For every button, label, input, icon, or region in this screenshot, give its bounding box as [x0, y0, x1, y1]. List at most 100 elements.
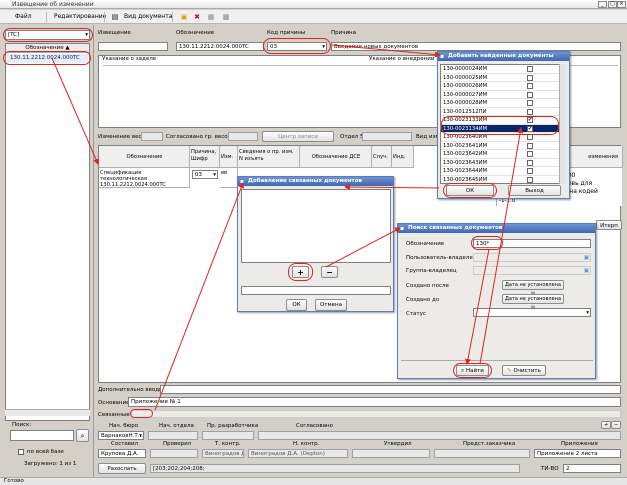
list-item[interactable]: 130-0000024ИМ	[441, 65, 564, 74]
designation-field[interactable]: 130.11.2212.0024.000TC	[176, 42, 264, 51]
checked-items-highlight	[441, 116, 559, 135]
list-item-checkbox[interactable]	[527, 176, 533, 183]
all-base-label: по всей базе	[27, 449, 64, 455]
document-list[interactable]: Обозначение ▲ 130.11.2212.0024.000TC	[5, 43, 90, 421]
appendix-field[interactable]: Приложение 2 листа	[534, 449, 621, 458]
agreed-field[interactable]	[258, 431, 621, 440]
tv-field[interactable]: 2	[563, 464, 621, 473]
all-base-checkbox[interactable]	[18, 449, 24, 455]
list-item[interactable]: 130-0000027ИМ	[441, 91, 564, 99]
save-icon[interactable]: ▦	[207, 13, 215, 21]
boss-dept-field[interactable]	[148, 431, 198, 440]
list-item[interactable]: 130-0023644ИМ	[441, 167, 564, 176]
created-after-button[interactable]: Дата не установлена ▦	[502, 280, 564, 297]
horizontal-scrollbar[interactable]	[5, 409, 90, 416]
ncontrol-field[interactable]: Виноградов Д.А. (Depton)	[248, 449, 348, 458]
list-item-checkbox[interactable]	[527, 159, 533, 166]
group-owner-field[interactable]: ▣	[473, 266, 591, 275]
list-item-checkbox[interactable]	[527, 91, 533, 98]
group-owner-label: Группа-владелец	[406, 268, 457, 274]
user-owner-field[interactable]: ▣	[473, 253, 591, 262]
filter-highlight	[3, 28, 93, 42]
department-label: Отдел 5	[340, 134, 364, 140]
col-izm[interactable]: Изм.	[220, 146, 238, 168]
naming-field[interactable]: Приложение № 1	[128, 397, 621, 407]
customer-field[interactable]	[434, 449, 530, 458]
add-agreed-button[interactable]: +	[601, 421, 611, 429]
notice-field[interactable]	[98, 42, 168, 51]
created-before-button[interactable]: Дата не установлена ▦	[502, 294, 564, 311]
linked-field[interactable]	[131, 410, 621, 418]
col-case[interactable]: Случ.	[372, 146, 392, 168]
menu-edit[interactable]: Редактирование	[54, 13, 106, 20]
weight-field[interactable]	[141, 132, 163, 141]
vertical-scrollbar[interactable]	[559, 64, 565, 184]
send-list-field[interactable]: [203;202;204;208;	[150, 464, 520, 473]
list-item-checkbox[interactable]	[527, 151, 533, 157]
remove-button[interactable]: −	[321, 266, 338, 278]
additional-field[interactable]	[160, 385, 621, 394]
row-designation[interactable]: Спецификация технологическая 130.11.2212…	[99, 168, 190, 188]
row-izm[interactable]: вв	[220, 168, 238, 188]
col-designation[interactable]: Обозначение	[99, 146, 190, 168]
list-item-checkbox[interactable]	[527, 142, 533, 149]
clear-button[interactable]: ✎ Очистить	[502, 365, 546, 376]
maximize-button[interactable]: □	[608, 1, 617, 8]
linked-ok-button[interactable]: ОК	[286, 299, 307, 311]
menu-view-document[interactable]: Вид документа	[124, 13, 172, 20]
list-item-checkbox[interactable]	[527, 83, 533, 89]
list-item-checkbox[interactable]	[527, 168, 533, 174]
picker-icon[interactable]: ▣	[584, 267, 589, 274]
tcontrol-label: Т. контр.	[215, 441, 241, 447]
list-item[interactable]: 130-0023643ИМ	[441, 159, 564, 167]
linked-docs-list[interactable]	[241, 189, 391, 263]
list-item-checkbox[interactable]	[527, 74, 533, 81]
col-reason[interactable]: Причина, Шифр	[190, 146, 220, 168]
row-reason-select[interactable]: 03 ▾	[192, 170, 218, 179]
list-item-checkbox[interactable]	[527, 100, 533, 106]
reason-field[interactable]: Введение новых документов	[331, 42, 621, 51]
boss-bureau-select[interactable]: ВарнаковН.Т... ▾	[98, 431, 144, 440]
list-item[interactable]: 130-0023641ИМ	[441, 142, 564, 150]
agreed-weights-field[interactable]	[228, 132, 258, 141]
search-icon[interactable]: ⌕	[76, 429, 89, 442]
linked-cancel-button[interactable]: Отмена	[315, 299, 347, 311]
list-item-code: 130-0023645ИМ	[443, 176, 488, 183]
linked-docs-input[interactable]	[241, 286, 391, 295]
send-button[interactable]: Разослать	[98, 463, 146, 474]
tab-iterp[interactable]: Итерп	[596, 220, 622, 230]
list-item[interactable]: 130-0000025ИМ	[441, 74, 564, 82]
search-label: Поиск:	[12, 422, 32, 428]
developer-field[interactable]	[202, 431, 254, 440]
close-window-button[interactable]: ×	[617, 1, 626, 8]
found-exit-button[interactable]: Выход	[508, 185, 561, 196]
col-dse[interactable]: Обозначение ДСЕ	[300, 146, 372, 168]
list-item[interactable]: 130-0000026ИМ	[441, 82, 564, 91]
tcontrol-field[interactable]: Виноградов Д...	[202, 449, 244, 458]
new-document-icon[interactable]: ▣	[180, 13, 188, 21]
weight-change-label: Изменение веса	[98, 134, 145, 140]
found-docs-list[interactable]: 130-0000024ИМ 130-0000025ИМ 130-0000026ИМ 1…	[440, 64, 565, 184]
list-item[interactable]: 130-0000028ИМ	[441, 99, 564, 108]
list-item-checkbox[interactable]	[527, 108, 533, 115]
delete-icon[interactable]: ✖	[193, 13, 201, 21]
picker-icon[interactable]: ▣	[584, 254, 589, 261]
print-icon[interactable]: ▩	[222, 13, 230, 21]
col-index[interactable]: Инд.	[392, 146, 414, 168]
list-item[interactable]: 130-0023642ИМ	[441, 150, 564, 159]
dialog-icon: ▪	[440, 53, 445, 60]
minimize-button[interactable]: _	[598, 1, 607, 8]
status-select[interactable]: ▾	[473, 308, 591, 317]
col-info[interactable]: Сведения о пр. изм. N изъять	[238, 146, 300, 168]
center-record-button[interactable]: Центр записи	[262, 131, 334, 142]
notice-label: Извещение	[98, 30, 131, 36]
search-input[interactable]	[10, 430, 74, 441]
remove-agreed-button[interactable]: −	[611, 421, 621, 429]
menu-file[interactable]: Файл	[15, 13, 32, 20]
composed-field[interactable]: Крупова Д.А.	[98, 449, 146, 458]
checked-field[interactable]	[150, 449, 198, 458]
department-field[interactable]	[362, 132, 412, 141]
list-item[interactable]: 130-0012512ПИ	[441, 108, 564, 116]
list-item-checkbox[interactable]	[527, 66, 533, 72]
approved-field[interactable]	[352, 449, 430, 458]
